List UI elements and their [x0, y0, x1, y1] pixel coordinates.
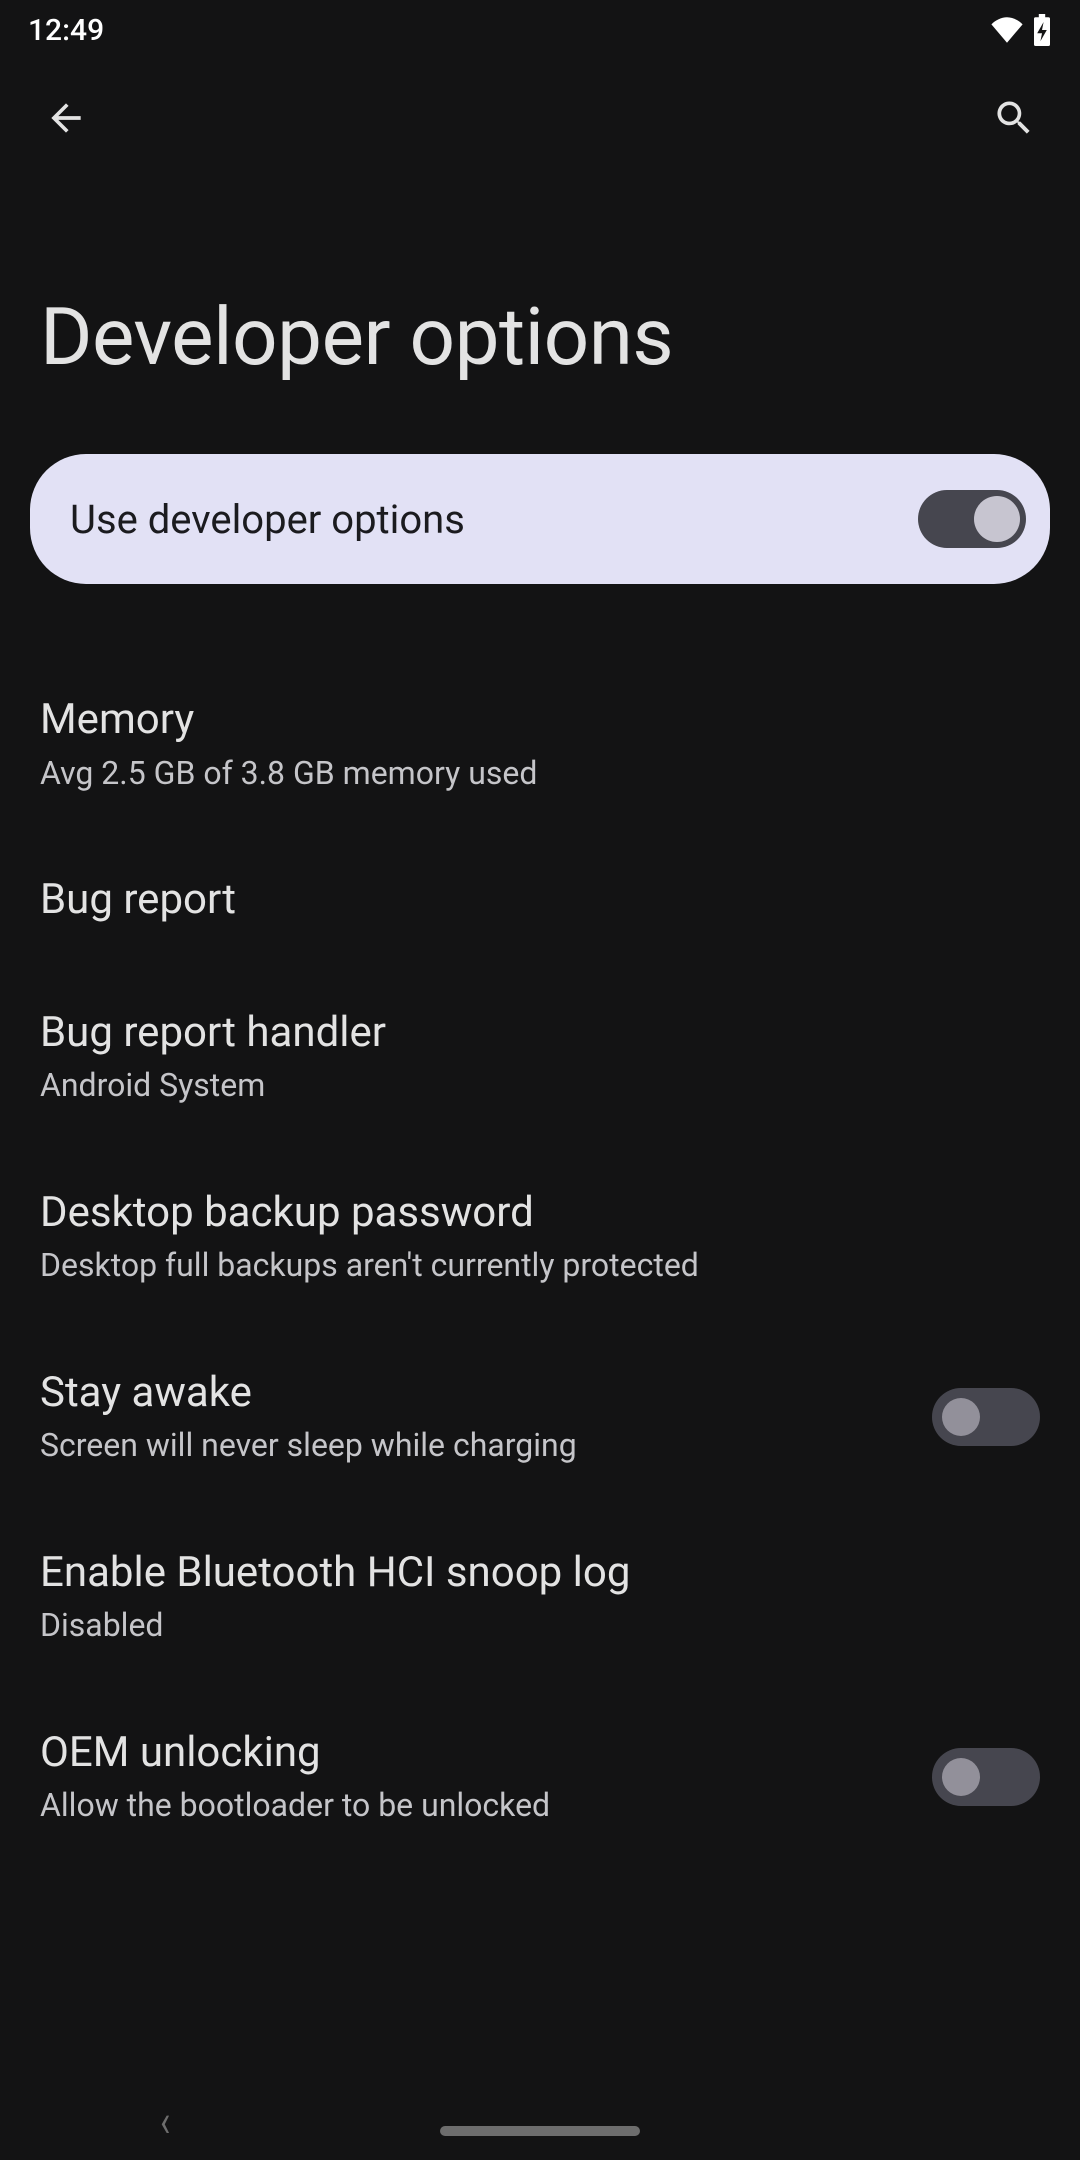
- row-bug-report[interactable]: Bug report: [0, 834, 1080, 967]
- row-subtitle: Desktop full backups aren't currently pr…: [40, 1245, 1040, 1287]
- row-title: Stay awake: [40, 1367, 908, 1420]
- use-developer-options-switch[interactable]: [918, 490, 1026, 548]
- row-subtitle: Android System: [40, 1065, 1040, 1107]
- row-oem-unlocking[interactable]: OEM unlocking Allow the bootloader to be…: [0, 1687, 1080, 1827]
- use-developer-options-row[interactable]: Use developer options: [30, 454, 1050, 584]
- nav-gesture-pill[interactable]: [440, 2126, 640, 2136]
- wifi-icon: [990, 17, 1024, 43]
- row-stay-awake[interactable]: Stay awake Screen will never sleep while…: [0, 1327, 1080, 1507]
- battery-icon: [1032, 14, 1052, 46]
- row-subtitle: Screen will never sleep while charging: [40, 1425, 908, 1467]
- settings-list: Memory Avg 2.5 GB of 3.8 GB memory used …: [0, 584, 1080, 1827]
- row-desktop-backup-password[interactable]: Desktop backup password Desktop full bac…: [0, 1147, 1080, 1327]
- back-button[interactable]: [30, 84, 102, 156]
- page-title: Developer options: [0, 180, 1080, 454]
- status-time: 12:49: [28, 13, 104, 48]
- row-title: Bug report handler: [40, 1007, 1040, 1060]
- search-icon: [992, 96, 1036, 144]
- row-subtitle: Disabled: [40, 1605, 1040, 1647]
- row-title: Memory: [40, 694, 1040, 747]
- row-subtitle: Avg 2.5 GB of 3.8 GB memory used: [40, 753, 1040, 795]
- row-bug-report-handler[interactable]: Bug report handler Android System: [0, 967, 1080, 1147]
- stay-awake-switch[interactable]: [932, 1388, 1040, 1446]
- status-icons: [990, 14, 1052, 46]
- app-bar: [0, 60, 1080, 180]
- row-subtitle: Allow the bootloader to be unlocked: [40, 1785, 908, 1827]
- row-bt-hci-snoop[interactable]: Enable Bluetooth HCI snoop log Disabled: [0, 1507, 1080, 1687]
- use-developer-options-label: Use developer options: [70, 496, 465, 543]
- row-title: Bug report: [40, 874, 1040, 927]
- arrow-back-icon: [44, 96, 88, 144]
- row-memory[interactable]: Memory Avg 2.5 GB of 3.8 GB memory used: [0, 654, 1080, 834]
- status-bar: 12:49: [0, 0, 1080, 60]
- row-title: Desktop backup password: [40, 1187, 1040, 1240]
- row-title: OEM unlocking: [40, 1727, 908, 1780]
- oem-unlocking-switch[interactable]: [932, 1748, 1040, 1806]
- nav-back-chevron-icon[interactable]: ‹: [160, 2096, 170, 2148]
- row-title: Enable Bluetooth HCI snoop log: [40, 1547, 1040, 1600]
- search-button[interactable]: [978, 84, 1050, 156]
